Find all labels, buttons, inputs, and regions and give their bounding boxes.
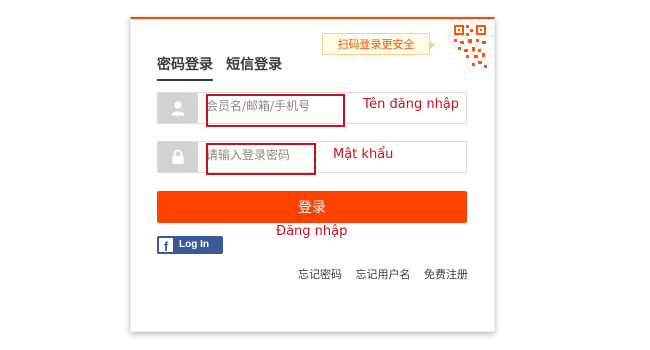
password-annotation: Mật khẩu — [333, 147, 394, 162]
user-icon — [158, 93, 198, 123]
free-register-link[interactable]: 免费注册 — [424, 268, 468, 281]
facebook-login-button[interactable]: f Log In — [157, 236, 223, 254]
facebook-login-label: Log In — [179, 239, 209, 250]
username-annotation: Tên đăng nhập — [363, 97, 460, 112]
lock-icon — [158, 142, 198, 172]
tab-password-login[interactable]: 密码登录 — [157, 54, 213, 81]
facebook-icon: f — [159, 238, 173, 252]
login-tabs: 密码登录 短信登录 — [157, 54, 290, 81]
qr-login-tip[interactable]: 扫码登录更安全 — [322, 33, 435, 55]
forgot-username-link[interactable]: 忘记用户名 — [356, 268, 411, 281]
login-button[interactable]: 登录 — [157, 191, 467, 223]
password-highlight-box — [206, 143, 316, 175]
tab-sms-login[interactable]: 短信登录 — [226, 54, 282, 79]
footer-links: 忘记密码 忘记用户名 免费注册 — [288, 266, 468, 282]
login-card: 扫码登录更安全 密码登录 短信登录 会员名/邮箱/手机号 Tên đăng nh… — [130, 17, 495, 332]
qr-code-icon[interactable] — [452, 23, 490, 71]
forgot-password-link[interactable]: 忘记密码 — [298, 268, 342, 281]
username-highlight-box — [206, 94, 345, 127]
login-annotation: Đăng nhập — [276, 224, 348, 239]
